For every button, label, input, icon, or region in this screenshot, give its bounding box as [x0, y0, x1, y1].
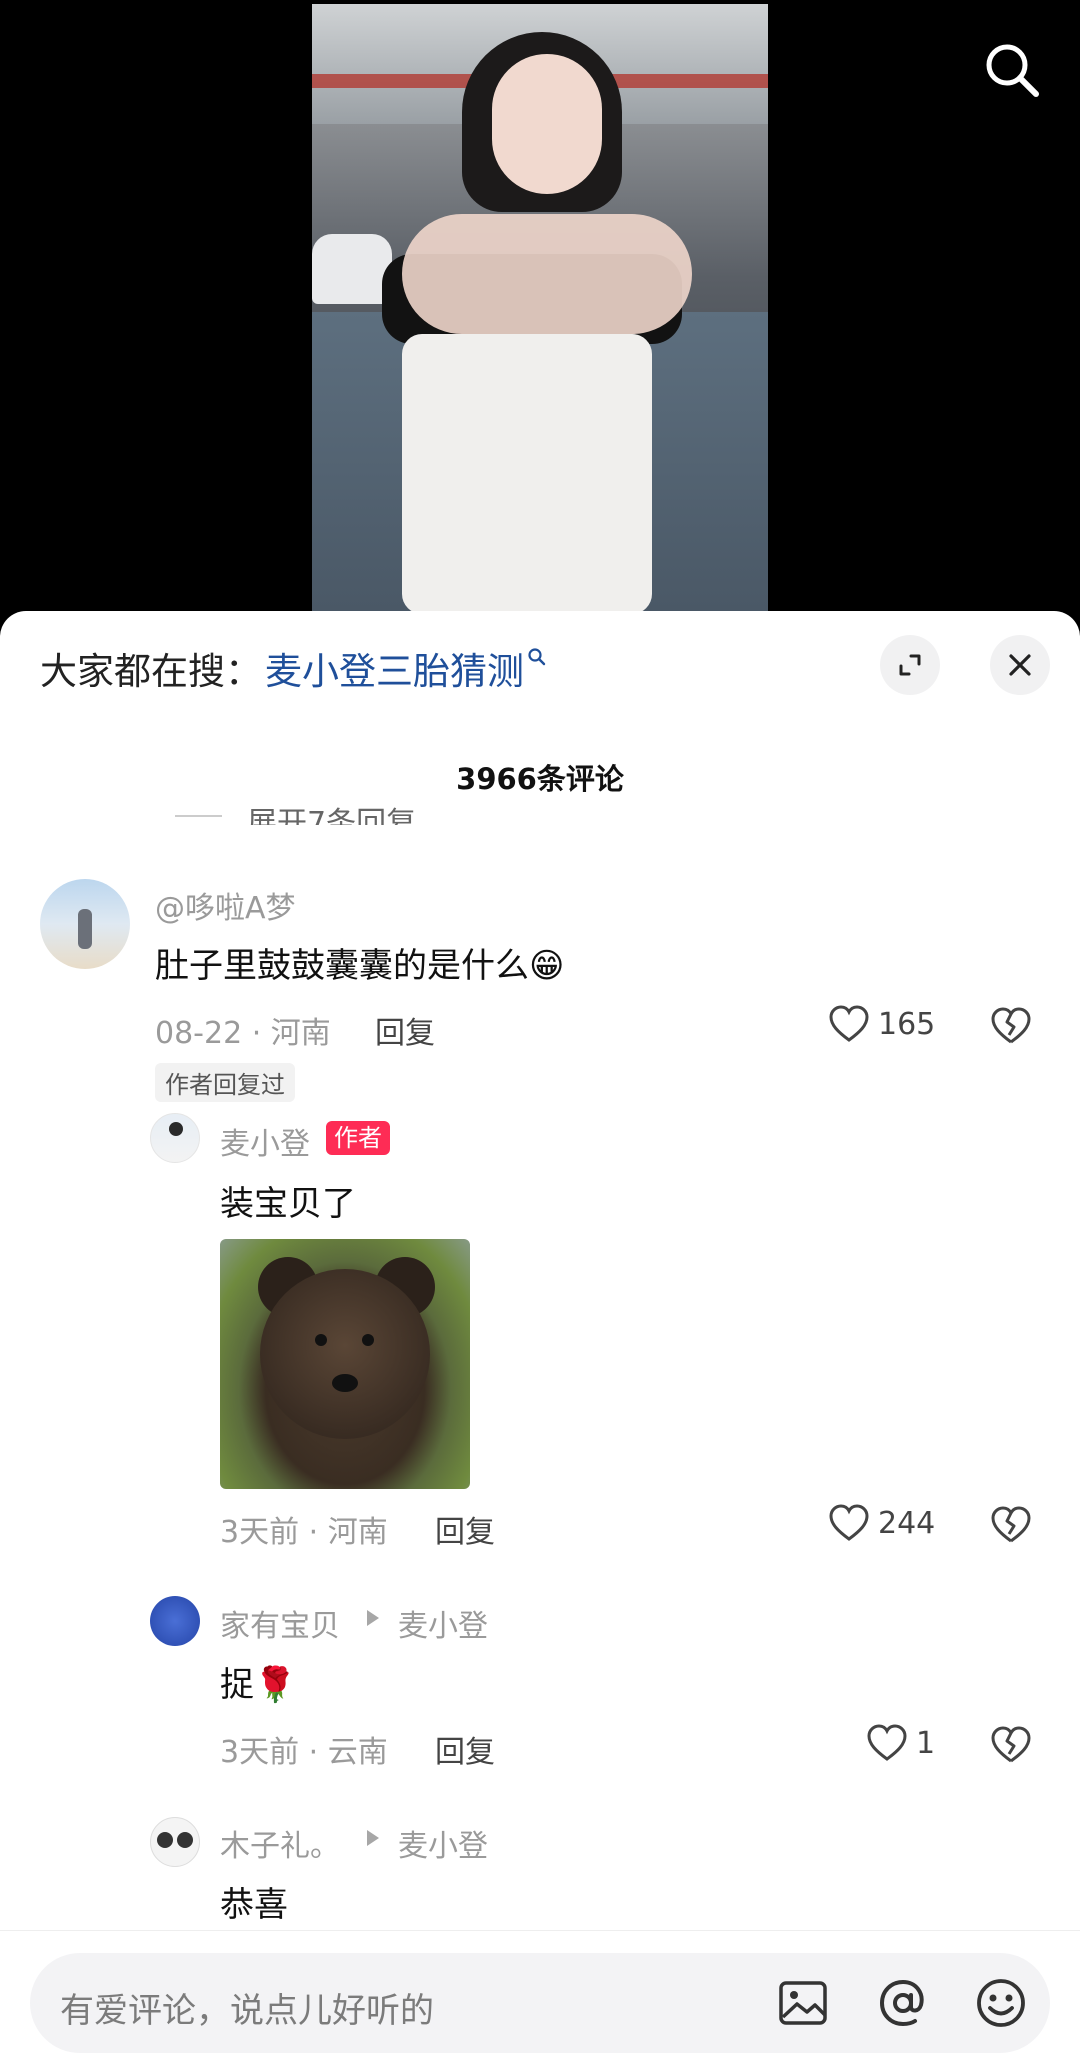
author-replied-tag: 作者回复过 — [155, 1063, 295, 1102]
expand-button[interactable] — [880, 635, 940, 695]
hot-search-icon — [528, 648, 546, 666]
reply-button[interactable]: 回复 — [375, 1008, 435, 1052]
reply-to-arrow-icon — [367, 1830, 379, 1846]
avatar-figure — [169, 1122, 183, 1136]
divider-line — [175, 815, 222, 817]
reply-text: 恭喜 — [220, 1885, 288, 1925]
reply-text: 装宝贝了 — [220, 1184, 356, 1224]
emoji-icon[interactable] — [973, 1975, 1029, 2031]
comment-input-placeholder: 有爱评论，说点儿好听的 — [60, 1991, 434, 2031]
video-person-face — [492, 54, 602, 194]
broken-heart-icon[interactable] — [990, 1005, 1032, 1047]
broken-heart-icon[interactable] — [990, 1724, 1032, 1766]
comment-meta: 08-22 · 河南 — [155, 1016, 331, 1051]
avatar[interactable] — [40, 879, 130, 969]
like-count: 165 — [878, 1006, 936, 1042]
like-button[interactable]: 1 — [866, 1723, 935, 1763]
avatar-figure — [177, 1832, 193, 1848]
bear-eye — [315, 1334, 327, 1346]
heart-icon — [829, 1005, 869, 1042]
close-button[interactable] — [990, 635, 1050, 695]
video-person-arms — [402, 214, 692, 334]
reply-to-username[interactable]: 麦小登 — [398, 1821, 488, 1865]
bear-head — [260, 1269, 430, 1439]
reply-text: 捉🌹 — [220, 1665, 297, 1705]
video-person-body — [402, 334, 652, 612]
broken-heart-icon[interactable] — [990, 1504, 1032, 1546]
video-frame[interactable] — [312, 4, 768, 612]
reply-username[interactable]: 麦小登 — [220, 1119, 310, 1163]
panel-header: 大家都在搜： 麦小登三胎猜测 — [0, 611, 1080, 721]
bear-nose — [332, 1374, 358, 1392]
mention-icon[interactable] — [875, 1975, 931, 2031]
video-car — [312, 234, 392, 304]
comment-input[interactable]: 有爱评论，说点儿好听的 — [30, 1953, 1050, 2053]
reply-image[interactable] — [220, 1239, 470, 1489]
comment-count: 3966条评论 — [456, 762, 624, 796]
close-icon — [1009, 654, 1031, 676]
comment-panel: 大家都在搜： 麦小登三胎猜测 3966条评论 展开7条回复 @哆啦A梦 肚子里鼓… — [0, 611, 1080, 2063]
reply-username[interactable]: 家有宝贝 — [220, 1601, 340, 1645]
hot-search-link[interactable]: 麦小登三胎猜测 — [265, 641, 524, 695]
avatar-figure — [157, 1832, 173, 1848]
comment-input-bar: 有爱评论，说点儿好听的 — [0, 1930, 1080, 2063]
video-player[interactable] — [0, 0, 1080, 615]
reply-meta: 3天前 · 云南 — [220, 1735, 388, 1770]
avatar[interactable] — [150, 1596, 200, 1646]
expand-replies-button[interactable]: 展开7条回复 — [175, 789, 416, 825]
avatar-figure — [78, 909, 92, 949]
reply-button[interactable]: 回复 — [435, 1727, 495, 1771]
avatar[interactable] — [150, 1113, 200, 1163]
reply-button[interactable]: 回复 — [435, 1507, 495, 1551]
like-count: 244 — [878, 1505, 936, 1541]
like-button[interactable]: 165 — [828, 1004, 935, 1044]
reply-to-arrow-icon — [367, 1610, 379, 1626]
comment-text: 肚子里鼓鼓囊囊的是什么😁 — [155, 946, 565, 986]
image-icon[interactable] — [775, 1975, 831, 2031]
heart-icon — [867, 1724, 907, 1761]
reply-meta: 3天前 · 河南 — [220, 1515, 388, 1550]
author-badge: 作者 — [326, 1121, 390, 1155]
reply-username[interactable]: 木子礼。 — [220, 1821, 340, 1865]
hot-search-prefix: 大家都在搜： — [40, 650, 262, 693]
like-button[interactable]: 244 — [828, 1503, 935, 1543]
heart-icon — [829, 1504, 869, 1541]
reply-to-username[interactable]: 麦小登 — [398, 1601, 488, 1645]
like-count: 1 — [916, 1725, 936, 1761]
expand-icon — [899, 654, 921, 676]
comment-username[interactable]: @哆啦A梦 — [155, 883, 296, 927]
avatar[interactable] — [150, 1817, 200, 1867]
search-icon[interactable] — [982, 40, 1042, 100]
bear-eye — [362, 1334, 374, 1346]
expand-replies-label: 展开7条回复 — [247, 806, 417, 826]
